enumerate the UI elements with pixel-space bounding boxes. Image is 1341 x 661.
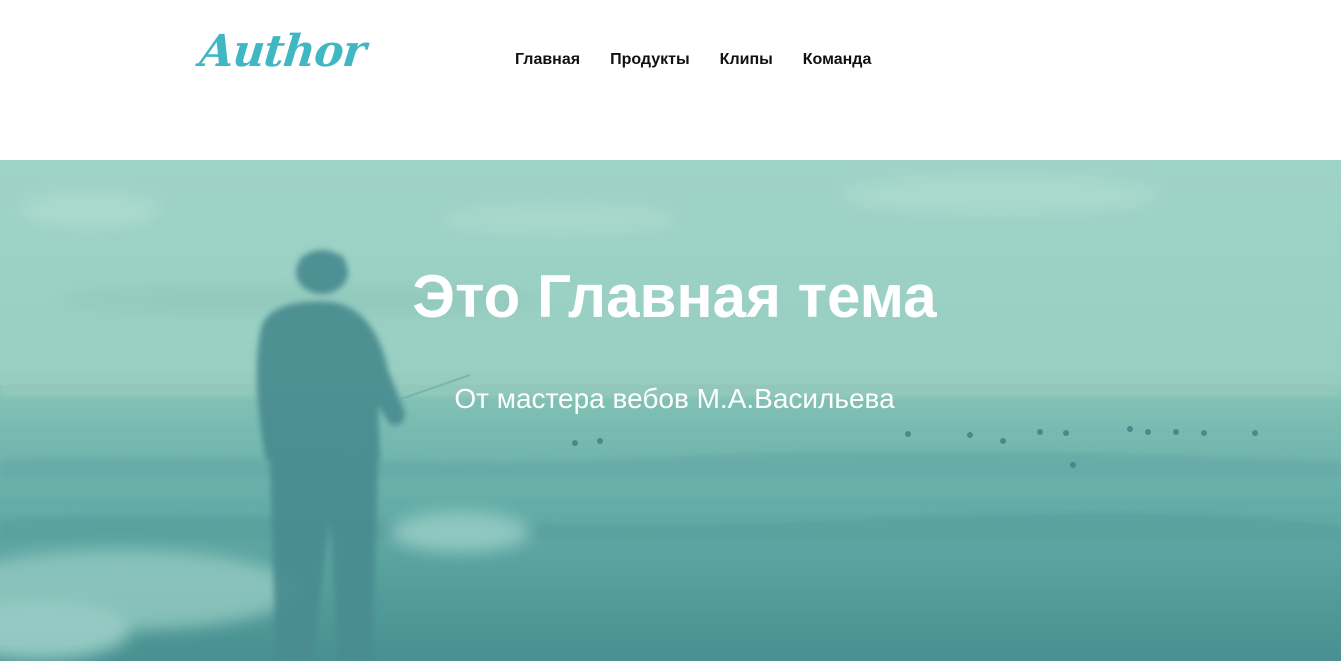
hero-subtitle: От мастера вебов М.А.Васильева xyxy=(454,383,895,414)
hero-title: Это Главная тема xyxy=(412,263,937,330)
nav-item-clips[interactable]: Клипы xyxy=(720,50,773,70)
site-header: Author Главная Продукты Клипы Команда xyxy=(0,0,1341,160)
site-logo[interactable]: Author xyxy=(197,26,367,77)
nav-item-products[interactable]: Продукты xyxy=(610,50,690,70)
nav-item-home[interactable]: Главная xyxy=(515,50,580,70)
nav-item-team[interactable]: Команда xyxy=(803,50,872,70)
main-nav: Главная Продукты Клипы Команда xyxy=(515,50,871,70)
hero-banner: Это Главная тема От мастера вебов М.А.Ва… xyxy=(0,160,1341,661)
